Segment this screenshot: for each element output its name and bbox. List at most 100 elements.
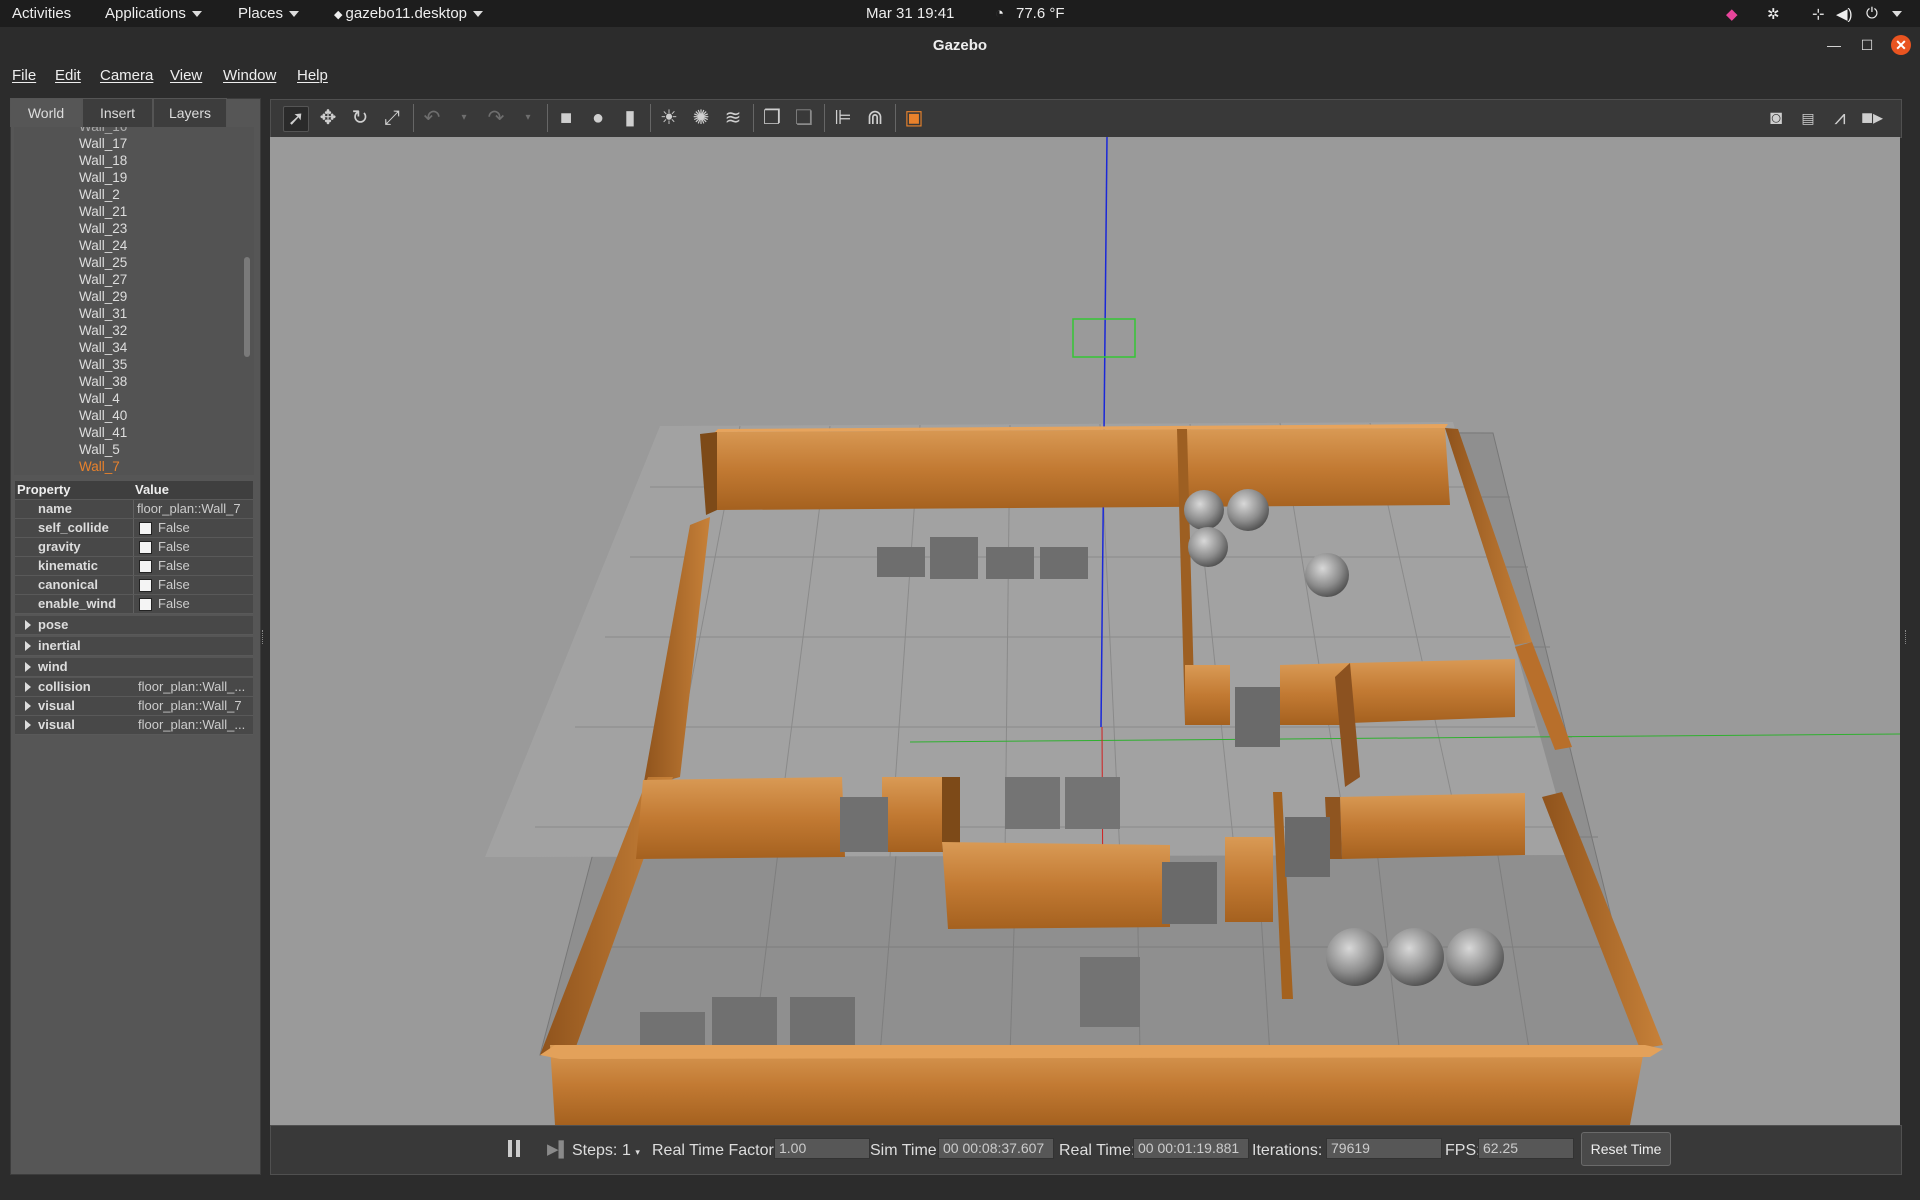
tree-item[interactable]: Wall_29 (79, 289, 127, 304)
property-row[interactable]: name floor_plan::Wall_7 (15, 500, 253, 519)
rotate-mode-icon[interactable]: ↻ (348, 106, 372, 130)
tree-item[interactable]: Wall_18 (79, 153, 127, 168)
places-menu[interactable]: Places (238, 5, 300, 22)
paste-icon[interactable]: ❏ (792, 106, 816, 130)
tree-item[interactable]: Wall_23 (79, 221, 127, 236)
property-group-pose[interactable]: pose (15, 616, 253, 635)
property-row[interactable]: canonical False (15, 576, 253, 595)
property-group-collision[interactable]: collision floor_plan::Wall_... (15, 678, 253, 697)
tree-item-selected[interactable]: Wall_7 (79, 459, 120, 474)
expand-arrow-icon[interactable] (25, 641, 31, 651)
clock[interactable]: Mar 31 19:41 (866, 5, 954, 22)
tree-item[interactable]: Wall_25 (79, 255, 127, 270)
menu-file[interactable]: File (12, 67, 36, 84)
property-row[interactable]: gravity False (15, 538, 253, 557)
translate-mode-icon[interactable]: ✥ (316, 106, 340, 130)
tree-item[interactable]: Wall_21 (79, 204, 127, 219)
kinematic-checkbox[interactable] (139, 560, 152, 573)
maximize-icon[interactable]: ☐ (1857, 35, 1877, 55)
menu-view[interactable]: View (170, 67, 202, 84)
power-icon[interactable]: ⏻ (1866, 5, 1878, 22)
property-group-wind[interactable]: wind (15, 658, 253, 677)
steps-spinbox[interactable]: 1 ▾ (622, 1142, 640, 1160)
tree-item[interactable]: Wall_34 (79, 340, 127, 355)
expand-arrow-icon[interactable] (25, 701, 31, 711)
applications-menu[interactable]: Applications (105, 5, 202, 22)
redo-icon[interactable]: ↷ (484, 106, 508, 130)
app-indicator-menu[interactable]: ◆ gazebo11.desktop (334, 5, 484, 22)
property-row[interactable]: self_collide False (15, 519, 253, 538)
self-collide-checkbox[interactable] (139, 522, 152, 535)
tab-world[interactable]: World (10, 98, 82, 127)
point-light-icon[interactable]: ☀ (657, 106, 681, 130)
property-row[interactable]: enable_wind False (15, 595, 253, 614)
box-shape-icon[interactable]: ■ (554, 106, 578, 130)
redo-history-chevron-icon[interactable]: ▾ (516, 106, 540, 130)
tree-item[interactable]: Wall_38 (79, 374, 127, 389)
cylinder-shape-icon[interactable]: ▮ (618, 106, 642, 130)
tree-item[interactable]: Wall_19 (79, 170, 127, 185)
select-mode-icon[interactable]: ➚ (283, 106, 309, 132)
tree-scrollbar[interactable] (244, 257, 250, 357)
tree-item[interactable]: Wall_24 (79, 238, 127, 253)
tree-item[interactable]: Wall_4 (79, 391, 120, 406)
property-row[interactable]: kinematic False (15, 557, 253, 576)
settings-tray-icon[interactable]: ✲ (1767, 5, 1780, 23)
directional-light-icon[interactable]: ≋ (721, 106, 745, 130)
temperature[interactable]: 77.6 °F (1016, 5, 1065, 22)
tree-item[interactable]: Wall_40 (79, 408, 127, 423)
expand-arrow-icon[interactable] (25, 662, 31, 672)
align-icon[interactable]: ⊫ (831, 106, 855, 130)
selection-box (1072, 318, 1136, 358)
video-record-icon[interactable]: ■▸ (1860, 106, 1884, 130)
canonical-checkbox[interactable] (139, 579, 152, 592)
network-icon[interactable]: ⊹ (1812, 5, 1825, 23)
expand-arrow-icon[interactable] (25, 720, 31, 730)
right-panel-splitter-handle[interactable] (1905, 630, 1909, 644)
tree-item[interactable]: Wall_35 (79, 357, 127, 372)
menu-edit[interactable]: Edit (55, 67, 81, 84)
scale-mode-icon[interactable]: ⤢ (380, 106, 404, 130)
undo-icon[interactable]: ↶ (420, 106, 444, 130)
tab-layers[interactable]: Layers (153, 98, 227, 127)
tree-item[interactable]: Wall_31 (79, 306, 127, 321)
expand-arrow-icon[interactable] (25, 682, 31, 692)
log-icon[interactable]: ▤ (1796, 106, 1820, 130)
property-group-visual[interactable]: visual floor_plan::Wall_7 (15, 697, 253, 716)
tree-item[interactable]: Wall_17 (79, 136, 127, 151)
pause-icon[interactable] (508, 1140, 522, 1157)
property-group-visual[interactable]: visual floor_plan::Wall_... (15, 716, 253, 735)
gravity-checkbox[interactable] (139, 541, 152, 554)
property-group-inertial[interactable]: inertial (15, 637, 253, 656)
scene-viewport[interactable] (270, 137, 1900, 1125)
snap-magnet-icon[interactable]: ⋒ (863, 106, 887, 130)
menu-help[interactable]: Help (297, 67, 328, 84)
tab-insert[interactable]: Insert (82, 98, 153, 127)
screenshot-camera-icon[interactable]: ◙ (1764, 106, 1788, 130)
menu-camera[interactable]: Camera (100, 67, 153, 84)
step-icon[interactable]: ▶▌ (547, 1140, 569, 1158)
tree-item[interactable]: Wall_27 (79, 272, 127, 287)
menu-window[interactable]: Window (223, 67, 276, 84)
enable-wind-checkbox[interactable] (139, 598, 152, 611)
reset-time-button[interactable]: Reset Time (1581, 1132, 1671, 1166)
tree-item[interactable]: Wall_2 (79, 187, 120, 202)
tree-item[interactable]: Wall_32 (79, 323, 127, 338)
volume-icon[interactable]: ◀) (1836, 5, 1853, 23)
activities-button[interactable]: Activities (12, 5, 71, 22)
copy-icon[interactable]: ❐ (760, 106, 784, 130)
sphere-shape-icon[interactable]: ● (586, 106, 610, 130)
expand-arrow-icon[interactable] (25, 620, 31, 630)
undo-history-chevron-icon[interactable]: ▾ (452, 106, 476, 130)
tree-item[interactable]: Wall_5 (79, 442, 120, 457)
world-tree[interactable]: Wall_16 Wall_17 Wall_18 Wall_19 Wall_2 W… (14, 127, 254, 475)
system-menu-chevron-icon[interactable] (1886, 5, 1902, 22)
change-view-icon[interactable]: ▣ (902, 106, 926, 130)
app-tray-icon[interactable]: ◆ (1726, 5, 1738, 23)
panel-splitter-handle[interactable] (262, 630, 266, 644)
tree-item[interactable]: Wall_41 (79, 425, 127, 440)
minimize-icon[interactable]: — (1824, 35, 1844, 55)
plot-icon[interactable]: ⩘ (1828, 106, 1852, 130)
close-icon[interactable]: ✕ (1891, 35, 1911, 55)
spot-light-icon[interactable]: ✺ (689, 106, 713, 130)
